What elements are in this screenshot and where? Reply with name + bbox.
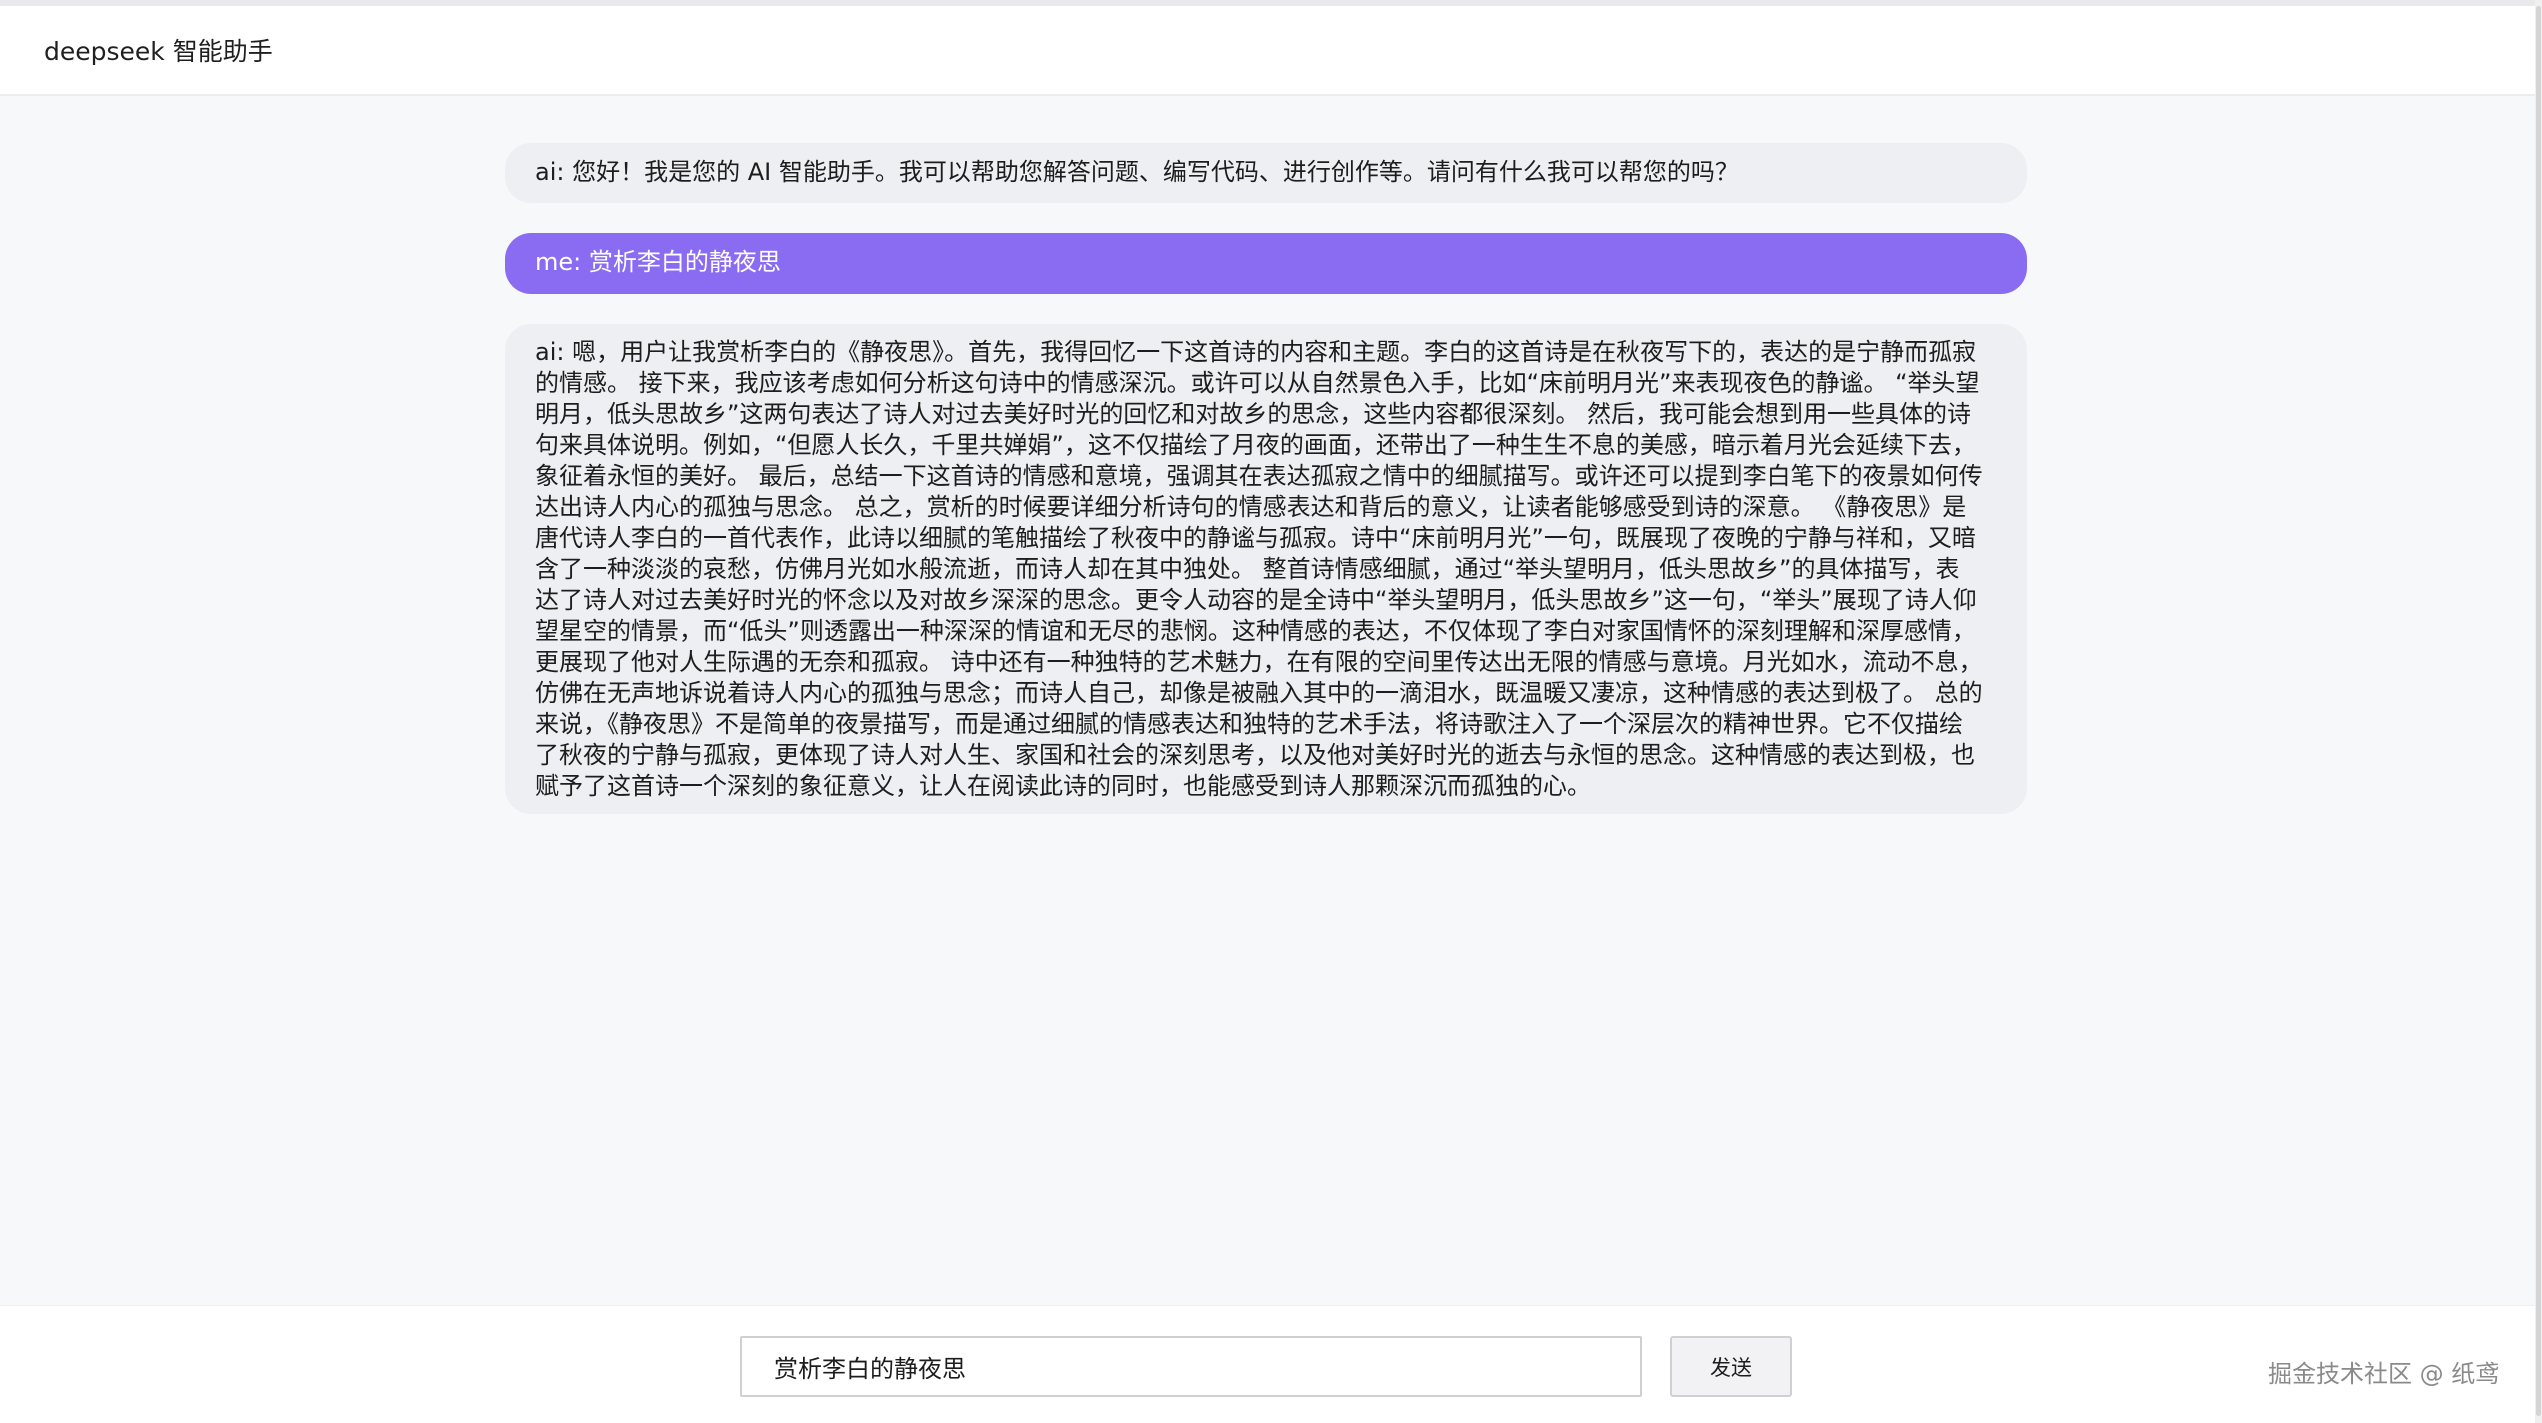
- ai-message: ai: 您好！我是您的 AI 智能助手。我可以帮助您解答问题、编写代码、进行创作…: [505, 143, 2027, 203]
- user-message: me: 赏析李白的静夜思: [505, 233, 2027, 294]
- app-title: deepseek 智能助手: [44, 37, 273, 66]
- scrollbar-thumb[interactable]: [2536, 6, 2541, 1416]
- watermark: 掘金技术社区 @ 纸鸢: [2268, 1360, 2500, 1388]
- ai-message: ai: 嗯，用户让我赏析李白的《静夜思》。首先，我得回忆一下这首诗的内容和主题。…: [505, 324, 2027, 814]
- app-header: deepseek 智能助手: [0, 6, 2535, 96]
- composer-bar: 发送 掘金技术社区 @ 纸鸢: [0, 1305, 2535, 1423]
- send-button[interactable]: 发送: [1670, 1336, 1792, 1397]
- chat-message-list: ai: 您好！我是您的 AI 智能助手。我可以帮助您解答问题、编写代码、进行创作…: [505, 143, 2027, 844]
- message-input[interactable]: [740, 1336, 1642, 1397]
